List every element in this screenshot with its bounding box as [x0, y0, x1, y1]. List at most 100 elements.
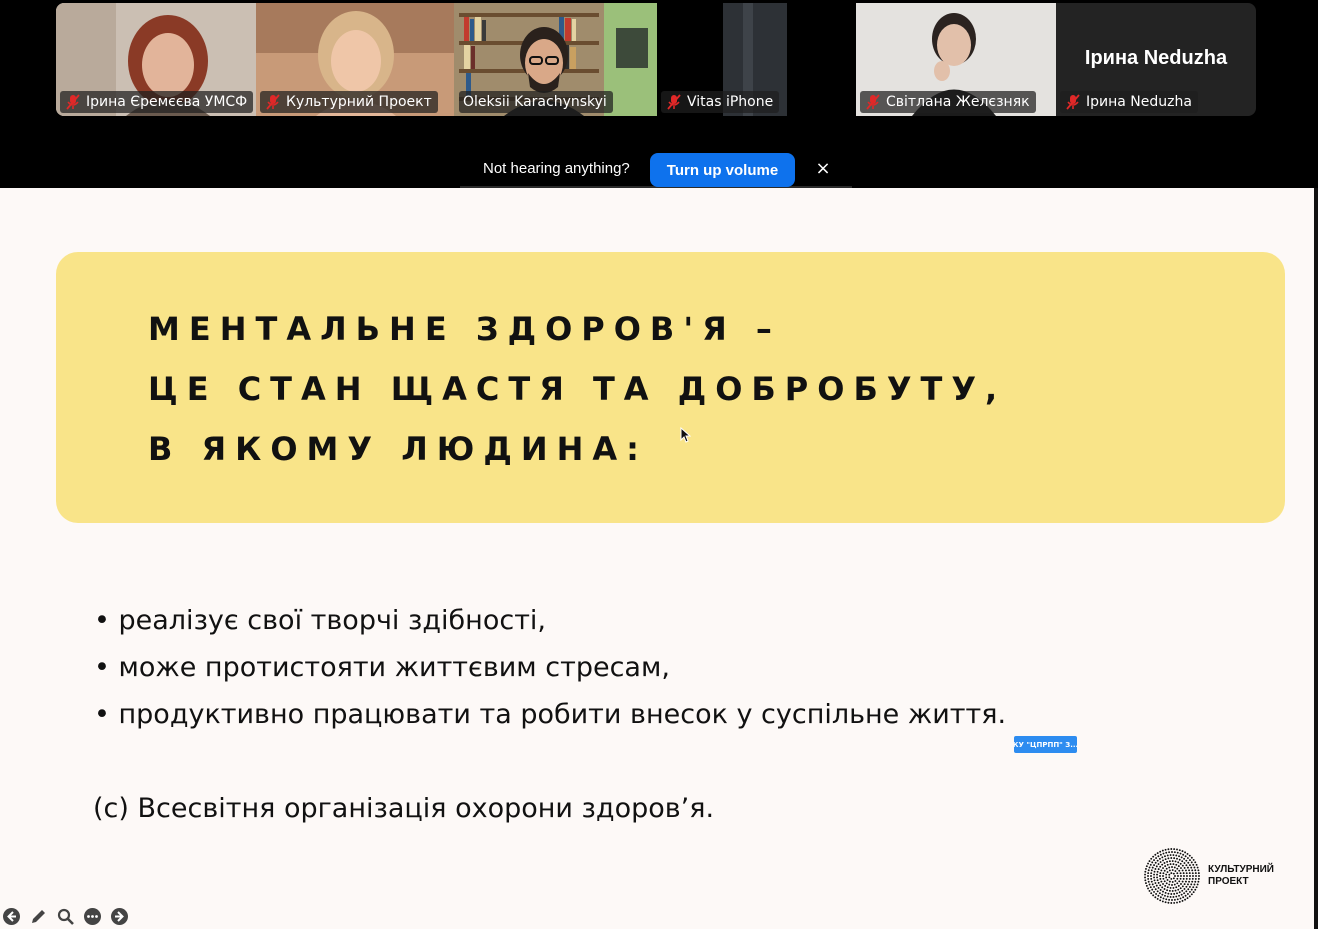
logo-dot	[1168, 876, 1171, 879]
slide-bullet-2: • може протистояти життєвим стресам,	[94, 652, 670, 683]
logo-dot	[1174, 860, 1177, 863]
logo-dot	[1147, 875, 1149, 877]
logo-dot	[1149, 886, 1152, 889]
logo-dot	[1170, 893, 1173, 895]
logo-dot	[1176, 901, 1178, 904]
logo-dot	[1179, 887, 1182, 890]
more-icon[interactable]	[83, 907, 102, 926]
logo-dot	[1147, 887, 1149, 890]
participant-strip: Ірина Єремєєва УМСФ Культурний Проект Ol…	[0, 0, 1318, 120]
logo-dot	[1160, 869, 1163, 872]
logo-dot	[1167, 848, 1170, 851]
logo-dot	[1153, 870, 1156, 873]
close-icon[interactable]: ×	[814, 158, 832, 179]
participant-name-tag: Oleksii Karachynskyi	[459, 91, 613, 113]
participant-tile-5[interactable]: Світлана Желєзняк	[856, 3, 1056, 116]
logo-dot	[1150, 892, 1153, 895]
logo-dot	[1162, 875, 1164, 877]
logo-dot	[1174, 875, 1176, 877]
logo-dot	[1171, 851, 1173, 853]
logo-dot	[1174, 879, 1177, 882]
logo-dot	[1151, 888, 1154, 891]
logo-dot	[1185, 890, 1188, 893]
logo-dot	[1176, 882, 1179, 885]
logo-dot	[1157, 868, 1160, 871]
microphone-muted-icon	[66, 94, 80, 110]
participant-name-tag: Vitas iPhone	[661, 91, 780, 113]
logo-dot	[1191, 872, 1194, 875]
logo-dot	[1178, 894, 1180, 897]
participant-tile-6[interactable]: Ірина Neduzha Ірина Neduzha	[1056, 3, 1256, 116]
logo-dot	[1153, 864, 1156, 867]
arrow-right-icon[interactable]	[110, 907, 129, 926]
logo-dot	[1188, 895, 1191, 898]
slide-bullet-3: • продуктивно працювати та робити внесок…	[94, 699, 1007, 730]
logo-dot	[1175, 886, 1178, 889]
logo-dot	[1190, 866, 1193, 869]
participant-name-tag: Світлана Желєзняк	[860, 91, 1036, 113]
logo-dot	[1183, 888, 1186, 890]
logo-dot	[1190, 861, 1193, 864]
logo-dot	[1196, 883, 1199, 886]
logo-dot	[1165, 851, 1168, 854]
logo-dot	[1154, 882, 1157, 885]
logo-dot	[1198, 875, 1200, 877]
logo-dot	[1194, 880, 1197, 883]
logo-dot	[1147, 869, 1150, 872]
logo-dot	[1176, 851, 1179, 854]
logo-dot	[1178, 900, 1181, 903]
logo-dot	[1162, 897, 1165, 900]
logo-dot	[1182, 896, 1185, 899]
logo-dot	[1183, 862, 1186, 864]
participant-name-tag: Культурний Проект	[260, 91, 438, 113]
logo-dot	[1157, 863, 1160, 866]
logo-dot	[1145, 865, 1148, 868]
logo-dot	[1194, 888, 1197, 891]
microphone-muted-icon	[667, 94, 681, 110]
logo-dot	[1179, 852, 1182, 855]
logo-dot	[1189, 890, 1191, 893]
logo-dot	[1167, 901, 1170, 904]
participant-tile-2[interactable]: Культурний Проект	[256, 3, 454, 116]
logo-dot	[1144, 870, 1147, 873]
logo-dot	[1159, 853, 1162, 856]
participant-tile-1[interactable]: Ірина Єремєєва УМСФ	[56, 3, 256, 116]
microphone-muted-icon	[266, 94, 280, 110]
logo-dot	[1171, 869, 1174, 871]
logo-dot	[1172, 854, 1175, 856]
logo-dot	[1180, 883, 1182, 885]
logo-dot	[1172, 872, 1175, 875]
logo-dot	[1166, 886, 1169, 889]
logo-dot	[1177, 888, 1180, 891]
logo-dot	[1188, 872, 1191, 875]
logo-dot	[1152, 855, 1155, 858]
logo-dot	[1154, 888, 1157, 891]
logo-dot	[1144, 879, 1147, 882]
logo-dot	[1161, 900, 1164, 903]
logo-dot	[1182, 872, 1185, 875]
logo-dot	[1163, 862, 1166, 864]
participant-name-tag: Ірина Neduzha	[1060, 91, 1198, 113]
logo-dot	[1179, 872, 1182, 875]
participant-tile-3-active-speaker[interactable]: Oleksii Karachynskyi	[454, 3, 657, 116]
logo-dot	[1175, 895, 1178, 898]
arrow-left-icon[interactable]	[2, 907, 21, 926]
logo-dot	[1192, 863, 1195, 866]
audio-notice-message: Not hearing anything?	[483, 160, 630, 177]
logo-dot	[1171, 884, 1173, 886]
logo-dot	[1165, 882, 1168, 885]
pencil-icon[interactable]	[29, 907, 48, 926]
logo-dot	[1172, 886, 1175, 889]
turn-up-volume-button[interactable]: Turn up volume	[650, 153, 795, 187]
logo-dot	[1187, 888, 1190, 891]
logo-dot	[1150, 857, 1153, 860]
logo-dot	[1182, 877, 1185, 880]
logo-dot	[1157, 886, 1160, 889]
participant-tile-4[interactable]: Vitas iPhone	[657, 3, 856, 116]
logo-dot	[1193, 866, 1196, 869]
zoom-icon[interactable]	[56, 907, 75, 926]
logo-dot	[1170, 857, 1173, 859]
logo-dot	[1190, 888, 1193, 891]
logo-dot	[1154, 867, 1157, 870]
logo-dot	[1169, 896, 1172, 898]
